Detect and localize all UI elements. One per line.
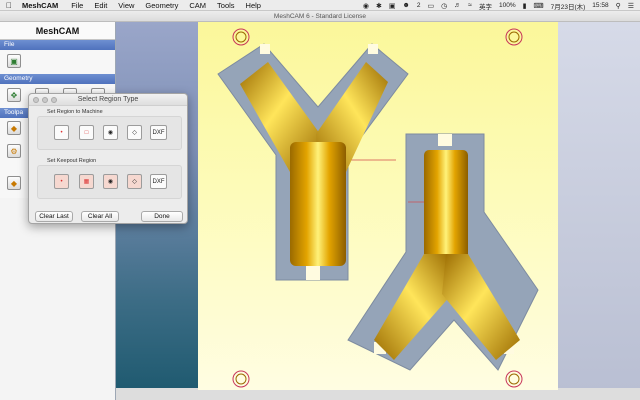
window-title: MeshCAM 6 - Standard License	[0, 11, 640, 22]
machine-polygon-button[interactable]: ◇	[127, 125, 142, 140]
keepout-region-label: Set Keepout Region	[47, 158, 97, 164]
keepout-polygon-icon: ◇	[132, 179, 137, 185]
keepout-circle-icon: ◉	[107, 179, 114, 185]
registration-hole-top-right	[505, 28, 523, 46]
volume-icon[interactable]: ♬	[454, 2, 461, 9]
monitor-icon[interactable]: ▣	[389, 2, 396, 10]
stock-block-icon: ◆	[10, 123, 18, 133]
tab-4	[438, 134, 452, 146]
select-region-dialog: Select Region Type Set Region to Machine…	[28, 93, 188, 224]
menu-tools[interactable]: Tools	[217, 1, 235, 10]
move-arrows-icon: ✥	[10, 90, 18, 100]
apple-icon[interactable]: 	[6, 1, 12, 10]
circle-icon: ◉	[107, 130, 114, 136]
battery-percent[interactable]: 100%	[499, 2, 516, 9]
menu-geometry[interactable]: Geometry	[145, 1, 178, 10]
badge-count: 2	[416, 2, 421, 9]
keyboard-icon[interactable]: ⌨	[534, 2, 544, 10]
keepout-point-icon: •	[60, 178, 63, 185]
keepout-point-button[interactable]: •	[54, 174, 69, 189]
toolpath-icon: ⚙	[10, 146, 18, 156]
viewport-background-right	[558, 22, 640, 390]
keepout-polygon-button[interactable]: ◇	[127, 174, 142, 189]
done-button[interactable]: Done	[141, 211, 183, 222]
point-icon: •	[60, 129, 63, 136]
dialog-window-controls	[33, 97, 57, 103]
part-view[interactable]	[198, 22, 558, 390]
machine-rectangle-button[interactable]: □	[79, 125, 94, 140]
menu-help[interactable]: Help	[246, 1, 261, 10]
input-method[interactable]: 英字	[479, 1, 492, 11]
section-file: File	[0, 40, 115, 50]
minimize-icon[interactable]	[42, 97, 48, 103]
clear-all-button[interactable]: Clear All	[81, 211, 119, 222]
machine-point-button[interactable]: •	[54, 125, 69, 140]
keepout-rectangle-icon: ▦	[83, 179, 90, 185]
generate-icon: ◆	[10, 178, 18, 188]
clear-last-button[interactable]: Clear Last	[35, 211, 73, 222]
time-machine-icon[interactable]: ◷	[441, 2, 447, 10]
dialog-titlebar: Select Region Type	[29, 94, 187, 106]
menu-bar:  MeshCAM File Edit View Geometry CAM To…	[0, 0, 640, 11]
machine-dxf-button[interactable]: DXF	[150, 125, 167, 140]
menu-app-name[interactable]: MeshCAM	[22, 1, 58, 10]
status-area: ◉ ✱ ▣ ☻ 2 ▭ ◷ ♬ ≈ 英字 100% ▮ ⌨ 7月23日(木) 1…	[363, 0, 634, 11]
move-tool-button[interactable]: ✥	[7, 88, 21, 102]
keepout-dxf-button[interactable]: DXF	[150, 174, 167, 189]
open-file-button[interactable]: ▣	[7, 54, 21, 68]
toolpath-setup-button[interactable]: ⚙	[7, 144, 21, 158]
menu-view[interactable]: View	[118, 1, 134, 10]
user-icon[interactable]: ☻	[402, 2, 409, 9]
dialog-title: Select Region Type	[77, 96, 139, 103]
menu-cam[interactable]: CAM	[189, 1, 206, 10]
tab-1	[260, 44, 270, 54]
menu-edit[interactable]: Edit	[94, 1, 107, 10]
open-file-icon: ▣	[10, 56, 18, 66]
machine-circle-button[interactable]: ◉	[103, 125, 118, 140]
registration-hole-top-left	[232, 28, 250, 46]
tab-2	[368, 44, 378, 54]
keepout-rectangle-button[interactable]: ▦	[79, 174, 94, 189]
file-section-body: ▣	[0, 50, 115, 74]
tab-3	[306, 266, 320, 280]
spotlight-icon[interactable]: ⚲	[616, 2, 621, 10]
generate-toolpath-button[interactable]: ◆	[7, 176, 21, 190]
notification-center-icon[interactable]: ☰	[628, 2, 634, 10]
menu-file[interactable]: File	[71, 1, 83, 10]
close-icon[interactable]	[33, 97, 39, 103]
section-geometry: Geometry	[0, 74, 115, 84]
airplay-icon[interactable]: ▭	[427, 2, 434, 10]
wifi-icon[interactable]: ≈	[468, 2, 472, 9]
bluetooth-icon[interactable]: ✱	[376, 2, 382, 10]
date-text[interactable]: 7月23日(木)	[551, 1, 586, 11]
screen-record-icon[interactable]: ◉	[363, 2, 369, 10]
stock-setup-button[interactable]: ◆	[7, 121, 21, 135]
registration-hole-bottom-left	[232, 370, 250, 388]
clock-text[interactable]: 15:58	[592, 2, 608, 9]
panel-app-name: MeshCAM	[0, 22, 115, 40]
battery-icon[interactable]: ▮	[523, 2, 527, 10]
polygon-icon: ◇	[132, 130, 137, 136]
rectangle-icon: □	[84, 129, 89, 136]
stock-viewport[interactable]	[198, 22, 558, 390]
keepout-circle-button[interactable]: ◉	[103, 174, 118, 189]
machine-region-label: Set Region to Machine	[47, 109, 103, 115]
zoom-icon[interactable]	[51, 97, 57, 103]
registration-hole-bottom-right	[505, 370, 523, 388]
part-upright-y-stem	[290, 142, 346, 266]
